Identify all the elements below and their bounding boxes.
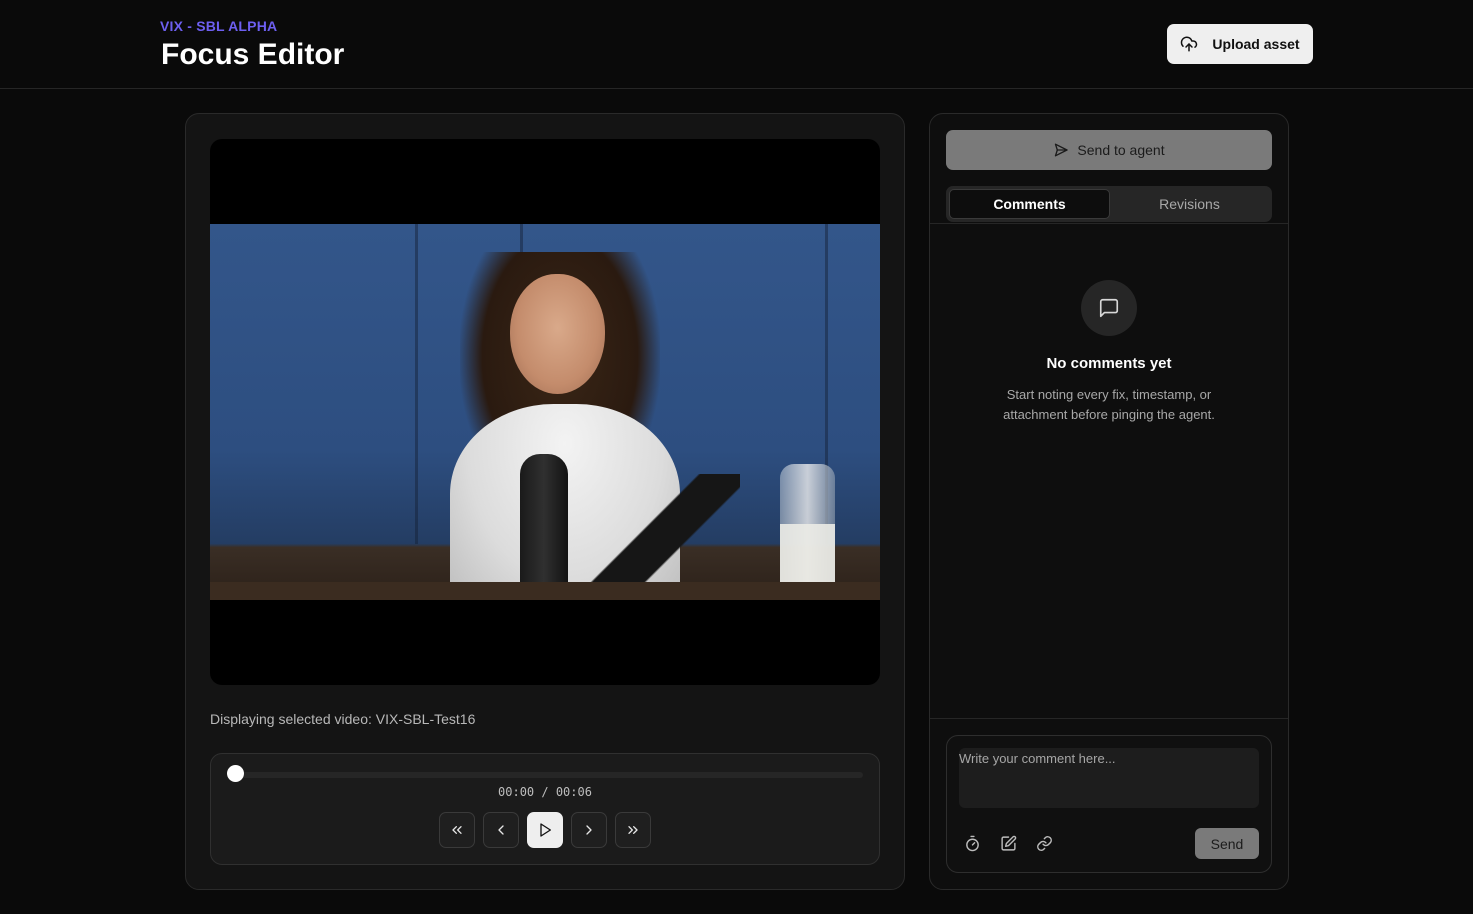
send-to-agent-label: Send to agent (1077, 142, 1165, 158)
empty-state-title: No comments yet (1046, 355, 1172, 372)
water-bottle (780, 464, 835, 600)
skip-forward-button[interactable] (615, 812, 651, 848)
composer-tools (963, 834, 1053, 852)
edit-icon[interactable] (999, 834, 1017, 852)
project-label: VIX - SBL ALPHA (160, 18, 278, 34)
video-frame (210, 224, 880, 600)
video-panel: Displaying selected video: VIX-SBL-Test1… (185, 113, 905, 890)
comment-input[interactable] (959, 748, 1259, 808)
microphone-arm (590, 474, 740, 594)
app-header: VIX - SBL ALPHA Focus Editor Upload asse… (0, 0, 1473, 89)
player-controls: 00:00 / 00:06 (210, 753, 880, 865)
divider (930, 223, 1288, 224)
step-back-button[interactable] (483, 812, 519, 848)
timeline-track[interactable] (235, 772, 863, 778)
timeline-thumb[interactable] (227, 765, 244, 782)
message-square-icon (1081, 280, 1137, 336)
tab-comments[interactable]: Comments (949, 189, 1110, 219)
transport-buttons (211, 812, 879, 848)
step-forward-button[interactable] (571, 812, 607, 848)
chevron-left-icon (493, 822, 509, 838)
comments-panel: Send to agent Comments Revisions No comm… (929, 113, 1289, 890)
time-display: 00:00 / 00:06 (498, 785, 592, 799)
comment-composer: Send (946, 735, 1272, 873)
upload-asset-label: Upload asset (1212, 36, 1300, 52)
send-to-agent-button[interactable]: Send to agent (946, 130, 1272, 170)
video-caption: Displaying selected video: VIX-SBL-Test1… (210, 711, 476, 727)
divider (930, 718, 1288, 719)
video-player[interactable] (210, 139, 880, 685)
panel-tabs: Comments Revisions (946, 186, 1272, 222)
play-button[interactable] (527, 812, 563, 848)
page-title: Focus Editor (161, 38, 345, 71)
person-face (510, 274, 605, 394)
chevrons-right-icon (625, 822, 641, 838)
send-icon (1053, 142, 1069, 158)
cloud-upload-icon (1180, 35, 1198, 53)
play-icon (537, 822, 553, 838)
skip-back-button[interactable] (439, 812, 475, 848)
upload-asset-button[interactable]: Upload asset (1167, 24, 1313, 64)
link-icon[interactable] (1035, 834, 1053, 852)
chevron-right-icon (581, 822, 597, 838)
wall-seam (415, 224, 418, 544)
microphone (520, 454, 568, 589)
chevrons-left-icon (449, 822, 465, 838)
send-comment-button[interactable]: Send (1195, 828, 1259, 859)
timer-icon[interactable] (963, 834, 981, 852)
empty-state-description: Start noting every fix, timestamp, or at… (1003, 387, 1215, 422)
tab-revisions[interactable]: Revisions (1110, 189, 1269, 219)
desk (210, 582, 880, 600)
